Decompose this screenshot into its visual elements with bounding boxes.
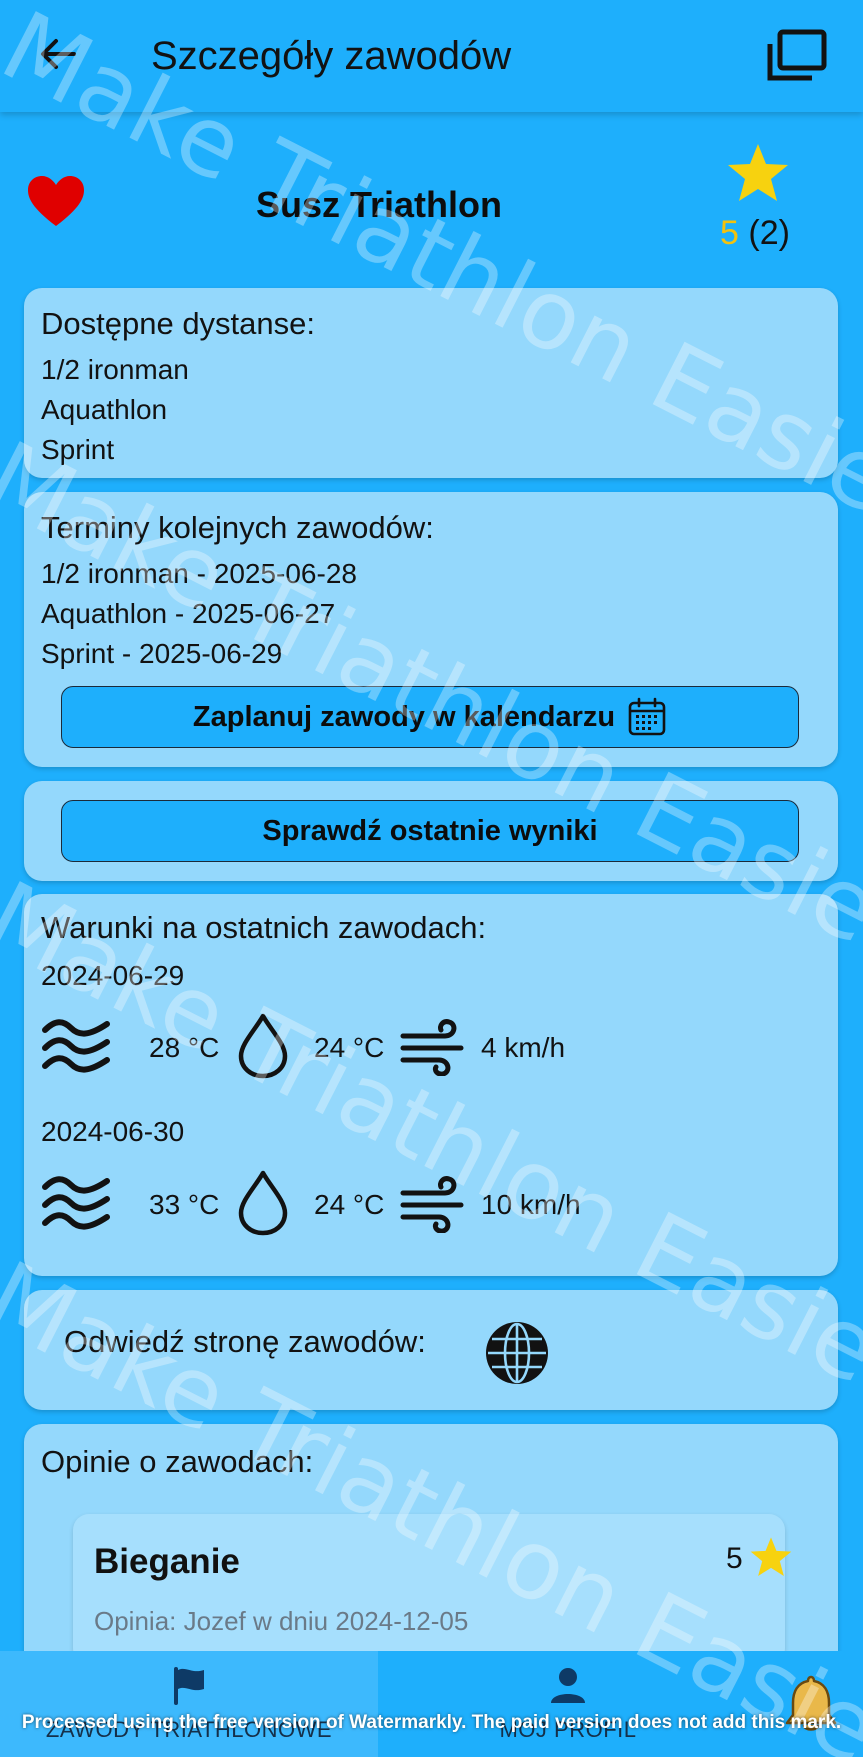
wind-icon <box>400 1176 464 1233</box>
drop-icon <box>238 1013 288 1079</box>
schedule-item: 1/2 ironman - 2025-06-28 <box>41 558 357 589</box>
review-item[interactable]: Bieganie Opinia: Jozef w dniu 2024-12-05… <box>73 1514 792 1664</box>
star-icon <box>750 1537 792 1576</box>
nav-item-races[interactable]: ZAWODY TRIATHLONOWE <box>0 1651 378 1757</box>
reviews-card: Opinie o zawodach: Bieganie Opinia: Joze… <box>24 1424 838 1684</box>
water-waves-icon <box>42 1019 110 1073</box>
globe-icon[interactable] <box>484 1320 550 1386</box>
review-title: Bieganie <box>94 1542 240 1581</box>
conditions-heading: Warunki na ostatnich zawodach: <box>41 910 487 945</box>
schedule-card: Terminy kolejnych zawodów: 1/2 ironman -… <box>24 492 838 767</box>
star-icon <box>728 144 788 201</box>
results-card: Sprawdź ostatnie wyniki <box>24 781 838 881</box>
page-title: Szczegóły zawodów <box>151 34 512 78</box>
review-score: 5 <box>726 1542 743 1575</box>
conditions-row: 33 °C 24 °C 10 km/h <box>41 1169 821 1239</box>
arrow-back-icon[interactable] <box>34 30 82 78</box>
distances-heading: Dostępne dystanse: <box>41 306 316 341</box>
air-temp: 24 °C <box>314 1189 385 1220</box>
rating-count: (2) <box>748 214 790 252</box>
wind-speed: 4 km/h <box>481 1032 566 1063</box>
water-waves-icon <box>42 1176 110 1230</box>
flag-icon <box>174 1667 204 1705</box>
bottom-navigation: ZAWODY TRIATHLONOWE MÓJ PROFIL <box>0 1651 863 1757</box>
water-temp: 28 °C <box>149 1032 220 1063</box>
review-meta: Opinia: Jozef w dniu 2024-12-05 <box>94 1606 469 1636</box>
calendar-icon <box>628 697 666 736</box>
event-name: Susz Triathlon <box>255 184 503 225</box>
add-to-calendar-button[interactable]: Zaplanuj zawody w kalendarzu <box>61 686 799 748</box>
watermark-notice: Processed using the free version of Wate… <box>21 1712 842 1733</box>
air-temp: 24 °C <box>314 1032 385 1063</box>
wind-speed: 10 km/h <box>481 1189 581 1220</box>
nav-item-profile[interactable]: MÓJ PROFIL <box>378 1651 758 1757</box>
check-results-button[interactable]: Sprawdź ostatnie wyniki <box>61 800 799 862</box>
distances-card: Dostępne dystanse: 1/2 ironman Aquathlon… <box>24 288 838 478</box>
conditions-row: 28 °C 24 °C 4 km/h <box>41 1012 821 1082</box>
add-to-calendar-label: Zaplanuj zawody w kalendarzu <box>192 700 616 733</box>
drop-icon <box>238 1170 288 1236</box>
schedule-heading: Terminy kolejnych zawodów: <box>41 510 434 545</box>
water-temp: 33 °C <box>149 1189 220 1220</box>
website-label: Odwiedź stronę zawodów: <box>64 1324 426 1359</box>
distance-item: 1/2 ironman <box>41 354 189 385</box>
app-bar: Szczegóły zawodów <box>0 0 863 112</box>
rating: 5 (2) <box>720 214 790 253</box>
condition-date: 2024-06-29 <box>41 960 185 991</box>
schedule-item: Sprint - 2025-06-29 <box>41 638 283 669</box>
website-card: Odwiedź stronę zawodów: <box>24 1290 838 1410</box>
event-header: Susz Triathlon 5 (2) <box>0 130 863 270</box>
person-icon <box>551 1668 585 1703</box>
reviews-heading: Opinie o zawodach: <box>41 1444 314 1479</box>
conditions-card: Warunki na ostatnich zawodach: 2024-06-2… <box>24 894 838 1276</box>
distance-item: Aquathlon <box>41 394 168 425</box>
condition-date: 2024-06-30 <box>41 1116 185 1147</box>
wind-icon <box>400 1019 464 1076</box>
schedule-item: Aquathlon - 2025-06-27 <box>41 598 336 629</box>
rating-value: 5 <box>720 214 739 252</box>
tabs-view-icon[interactable] <box>764 26 830 86</box>
distance-item: Sprint <box>41 434 115 465</box>
